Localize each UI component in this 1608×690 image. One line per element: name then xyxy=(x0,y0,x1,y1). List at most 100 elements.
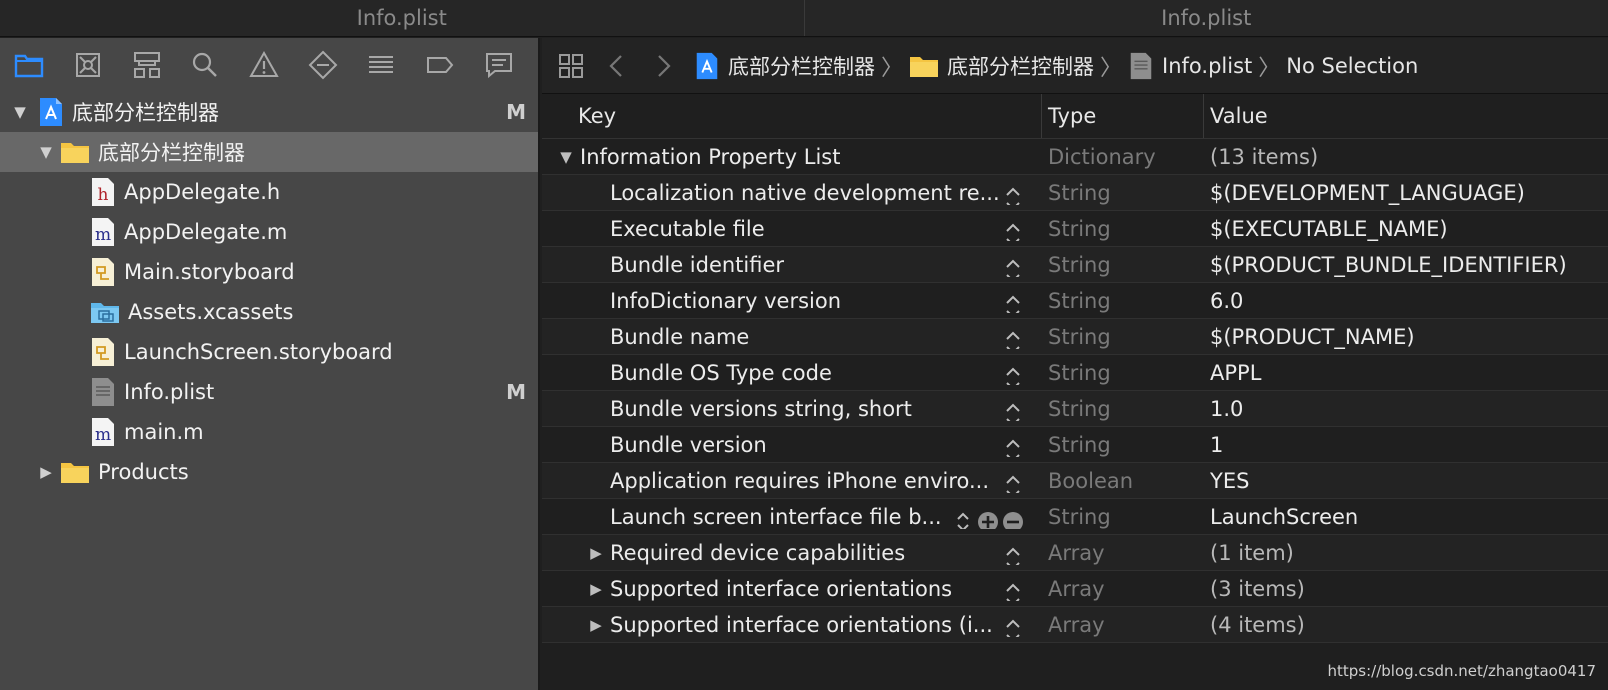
key-cell[interactable]: ▶ Required device capabilities xyxy=(542,541,1042,565)
type-cell[interactable]: Dictionary xyxy=(1042,145,1204,169)
table-row[interactable]: ▶ Supported interface orientations (i... A… xyxy=(542,607,1608,643)
issue-navigator-button[interactable] xyxy=(245,45,284,85)
symbol-navigator-button[interactable] xyxy=(127,45,166,85)
debug-navigator-button[interactable] xyxy=(362,45,401,85)
table-row[interactable]: ▶ Supported interface orientations Array (3… xyxy=(542,571,1608,607)
table-row[interactable]: InfoDictionary version String 6.0 xyxy=(542,283,1608,319)
key-cell[interactable]: Bundle versions string, short xyxy=(542,397,1042,421)
value-cell[interactable]: (13 items) xyxy=(1204,145,1318,169)
type-cell[interactable]: Array xyxy=(1042,541,1204,565)
value-cell[interactable]: 1.0 xyxy=(1204,397,1243,421)
table-row[interactable]: Launch screen interface file b... String L… xyxy=(542,499,1608,535)
type-cell[interactable]: Array xyxy=(1042,577,1204,601)
type-stepper[interactable] xyxy=(1002,293,1024,313)
value-cell[interactable]: 6.0 xyxy=(1204,289,1243,313)
type-cell[interactable]: String xyxy=(1042,433,1204,457)
key-cell[interactable]: Launch screen interface file b... xyxy=(542,505,1042,529)
tree-item-file[interactable]: Main.storyboard xyxy=(0,252,538,292)
table-row[interactable]: ▼ Information Property List Dictionary (13 … xyxy=(542,139,1608,175)
value-cell[interactable]: YES xyxy=(1204,469,1249,493)
type-stepper[interactable] xyxy=(1002,185,1024,205)
value-cell[interactable]: $(PRODUCT_BUNDLE_IDENTIFIER) xyxy=(1204,253,1567,277)
type-cell[interactable]: String xyxy=(1042,181,1204,205)
disclosure-open-icon[interactable]: ▼ xyxy=(10,102,30,122)
value-cell[interactable]: (4 items) xyxy=(1204,613,1305,637)
type-stepper[interactable] xyxy=(1002,473,1024,493)
tab-info-plist-right[interactable]: Info.plist xyxy=(803,0,1608,36)
value-cell[interactable]: $(DEVELOPMENT_LANGUAGE) xyxy=(1204,181,1525,205)
key-cell[interactable]: Bundle version xyxy=(542,433,1042,457)
key-cell[interactable]: Executable file xyxy=(542,217,1042,241)
type-cell[interactable]: String xyxy=(1042,253,1204,277)
remove-row-icon[interactable] xyxy=(1002,511,1024,529)
tree-item-file[interactable]: h AppDelegate.h xyxy=(0,172,538,212)
table-row[interactable]: Executable file String $(EXECUTABLE_NAME) xyxy=(542,211,1608,247)
type-cell[interactable]: String xyxy=(1042,217,1204,241)
tree-item-file[interactable]: Assets.xcassets xyxy=(0,292,538,332)
key-cell[interactable]: ▼ Information Property List xyxy=(542,145,1042,169)
tree-item-file[interactable]: Info.plist M xyxy=(0,372,538,412)
source-control-navigator-button[interactable] xyxy=(69,45,108,85)
type-cell[interactable]: Array xyxy=(1042,613,1204,637)
tree-item-file[interactable]: LaunchScreen.storyboard xyxy=(0,332,538,372)
test-navigator-button[interactable] xyxy=(303,45,342,85)
disclosure-closed-icon[interactable]: ▶ xyxy=(586,580,606,598)
find-navigator-button[interactable] xyxy=(186,45,225,85)
type-cell[interactable]: String xyxy=(1042,325,1204,349)
table-row[interactable]: Localization native development re... Str… xyxy=(542,175,1608,211)
type-stepper[interactable] xyxy=(1002,581,1024,601)
breadcrumb-group[interactable]: 底部分栏控制器 xyxy=(909,51,1094,81)
key-cell[interactable]: Application requires iPhone enviro... xyxy=(542,469,1042,493)
breadcrumb-file[interactable]: Info.plist xyxy=(1128,52,1252,80)
tree-item-project[interactable]: ▼ 底部分栏控制器 M xyxy=(0,92,538,132)
type-stepper[interactable] xyxy=(1002,617,1024,637)
back-button[interactable] xyxy=(602,51,632,81)
type-stepper[interactable] xyxy=(1002,365,1024,385)
value-cell[interactable]: (3 items) xyxy=(1204,577,1305,601)
tree-item-group[interactable]: ▶ Products xyxy=(0,452,538,492)
value-cell[interactable]: APPL xyxy=(1204,361,1261,385)
tab-info-plist-left[interactable]: Info.plist xyxy=(0,0,804,36)
related-items-button[interactable] xyxy=(556,51,586,81)
table-row[interactable]: Application requires iPhone enviro... Boo… xyxy=(542,463,1608,499)
tree-item-file[interactable]: m AppDelegate.m xyxy=(0,212,538,252)
type-stepper[interactable] xyxy=(1002,401,1024,421)
tree-item-file[interactable]: m main.m xyxy=(0,412,538,452)
disclosure-closed-icon[interactable]: ▶ xyxy=(586,616,606,634)
breadcrumb-project[interactable]: 底部分栏控制器 xyxy=(694,51,875,81)
key-cell[interactable]: ▶ Supported interface orientations (i... xyxy=(542,613,1042,637)
table-row[interactable]: Bundle identifier String $(PRODUCT_BUNDLE_… xyxy=(542,247,1608,283)
type-stepper-icon[interactable] xyxy=(952,511,974,529)
table-row[interactable]: Bundle name String $(PRODUCT_NAME) xyxy=(542,319,1608,355)
value-cell[interactable]: $(PRODUCT_NAME) xyxy=(1204,325,1415,349)
type-cell[interactable]: String xyxy=(1042,397,1204,421)
value-cell[interactable]: $(EXECUTABLE_NAME) xyxy=(1204,217,1448,241)
value-cell[interactable]: 1 xyxy=(1204,433,1223,457)
add-row-icon[interactable] xyxy=(977,511,999,529)
table-row[interactable]: Bundle OS Type code String APPL xyxy=(542,355,1608,391)
type-stepper[interactable] xyxy=(1002,257,1024,277)
key-cell[interactable]: ▶ Supported interface orientations xyxy=(542,577,1042,601)
value-cell[interactable]: (1 item) xyxy=(1204,541,1294,565)
table-row[interactable]: Bundle version String 1 xyxy=(542,427,1608,463)
disclosure-closed-icon[interactable]: ▶ xyxy=(586,544,606,562)
disclosure-closed-icon[interactable]: ▶ xyxy=(36,462,56,482)
disclosure-open-icon[interactable]: ▼ xyxy=(36,142,56,162)
type-cell[interactable]: String xyxy=(1042,505,1204,529)
table-row[interactable]: ▶ Required device capabilities Array (1 ite… xyxy=(542,535,1608,571)
type-stepper[interactable] xyxy=(1002,545,1024,565)
key-cell[interactable]: Bundle OS Type code xyxy=(542,361,1042,385)
column-header-key[interactable]: Key xyxy=(542,94,1042,138)
project-navigator-button[interactable] xyxy=(10,45,49,85)
type-stepper[interactable] xyxy=(1002,437,1024,457)
key-cell[interactable]: Localization native development re... xyxy=(542,181,1042,205)
column-header-value[interactable]: Value xyxy=(1204,104,1268,128)
report-navigator-button[interactable] xyxy=(479,45,518,85)
type-cell[interactable]: String xyxy=(1042,289,1204,313)
type-cell[interactable]: Boolean xyxy=(1042,469,1204,493)
type-stepper[interactable] xyxy=(1002,329,1024,349)
column-header-type[interactable]: Type xyxy=(1042,94,1204,138)
key-cell[interactable]: InfoDictionary version xyxy=(542,289,1042,313)
breakpoint-navigator-button[interactable] xyxy=(421,45,460,85)
disclosure-open-icon[interactable]: ▼ xyxy=(556,148,576,166)
